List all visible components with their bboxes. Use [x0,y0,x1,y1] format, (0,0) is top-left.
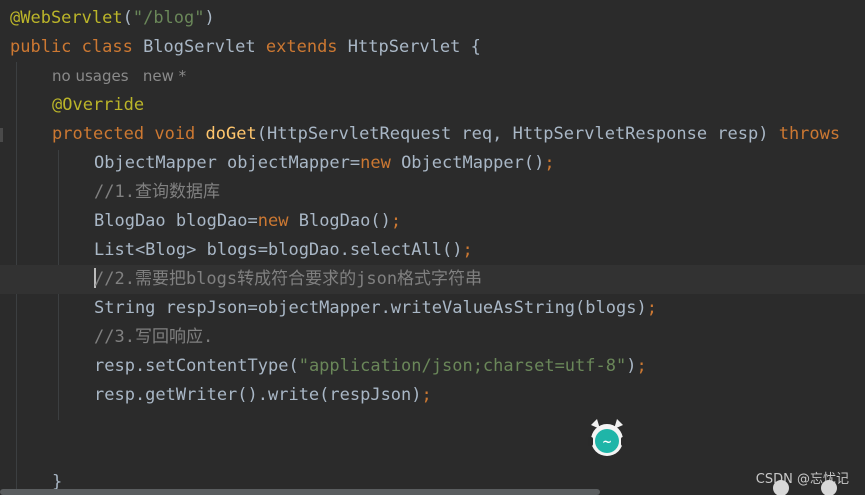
code-token: resp.setContentType( [94,356,299,376]
code-token: @WebServlet [10,8,123,28]
code-token: HttpServlet { [347,37,481,57]
code-line-content: String respJson=objectMapper.writeValueA… [94,294,657,323]
code-line-content: //1.查询数据库 [94,178,220,207]
code-token: //3.写回响应. [94,327,214,347]
code-token: ObjectMapper() [401,153,545,173]
code-token: ) [204,8,215,28]
code-token: ( [122,8,133,28]
code-token: //1.查询数据库 [94,182,220,202]
code-line-content: protected void doGet(HttpServletRequest … [52,120,840,149]
input-method-icon[interactable] [772,480,789,495]
code-token: doGet [205,124,257,144]
info-icon[interactable] [821,480,837,495]
code-line-content: resp.setContentType("application/json;ch… [94,352,647,381]
code-token: @Override [52,95,145,115]
code-token: new [257,211,299,231]
mascot-icon: ~ [585,417,629,459]
code-line-content: List<Blog> blogs=blogDao.selectAll(); [94,236,473,265]
code-line-content: BlogDao blogDao=new BlogDao(); [94,207,401,236]
code-line-content: public class BlogServlet extends HttpSer… [10,33,481,62]
code-token: ; [646,298,657,318]
code-token: BlogDao() [298,211,391,231]
code-token: BlogServlet [143,37,266,57]
code-token: public class [10,37,144,57]
code-token: String respJson=objectMapper.writeValueA… [94,298,647,318]
code-token: List<Blog> blogs=blogDao.selectAll() [94,240,463,260]
code-token: ; [544,153,555,173]
code-line-content: ObjectMapper objectMapper=new ObjectMapp… [94,149,555,178]
svg-text:~: ~ [602,435,612,449]
code-line-content: @WebServlet("/blog") [10,4,215,33]
status-icons [751,480,837,495]
code-line-content: //2.需要把blogs转成符合要求的json格式字符串 [94,265,482,294]
code-token: (HttpServletRequest req, HttpServletResp… [256,124,779,144]
code-token: protected void [52,124,206,144]
code-token: new [360,153,402,173]
code-token: ; [421,385,432,405]
code-line-content: @Override [52,91,144,120]
fold-marker-icon[interactable] [0,128,3,142]
code-line-content: resp.getWriter().write(respJson); [94,381,432,410]
code-token: ) [626,356,637,376]
code-token: //2.需要把blogs转成符合要求的json格式字符串 [94,269,483,289]
code-token: ; [390,211,402,231]
code-token: "application/json;charset=utf-8" [298,356,627,376]
code-token: "/blog" [132,8,205,28]
code-token: throws [778,124,841,144]
code-line-content: no usages new * [52,62,186,91]
code-token: ; [462,240,473,260]
code-line[interactable]: //2.需要把blogs转成符合要求的json格式字符串 [0,265,865,294]
horizontal-scrollbar[interactable] [0,489,600,495]
code-token: extends [265,37,348,57]
code-token: ObjectMapper objectMapper= [94,153,361,173]
code-line-content: //3.写回响应. [94,323,213,352]
inlay-hint[interactable]: no usages new * [52,67,186,85]
code-token: BlogDao blogDao= [94,211,258,231]
code-editor[interactable]: @WebServlet("/blog") public class BlogSer… [0,0,865,495]
code-token: ; [636,356,647,376]
code-token: resp.getWriter().write(respJson) [94,385,422,405]
